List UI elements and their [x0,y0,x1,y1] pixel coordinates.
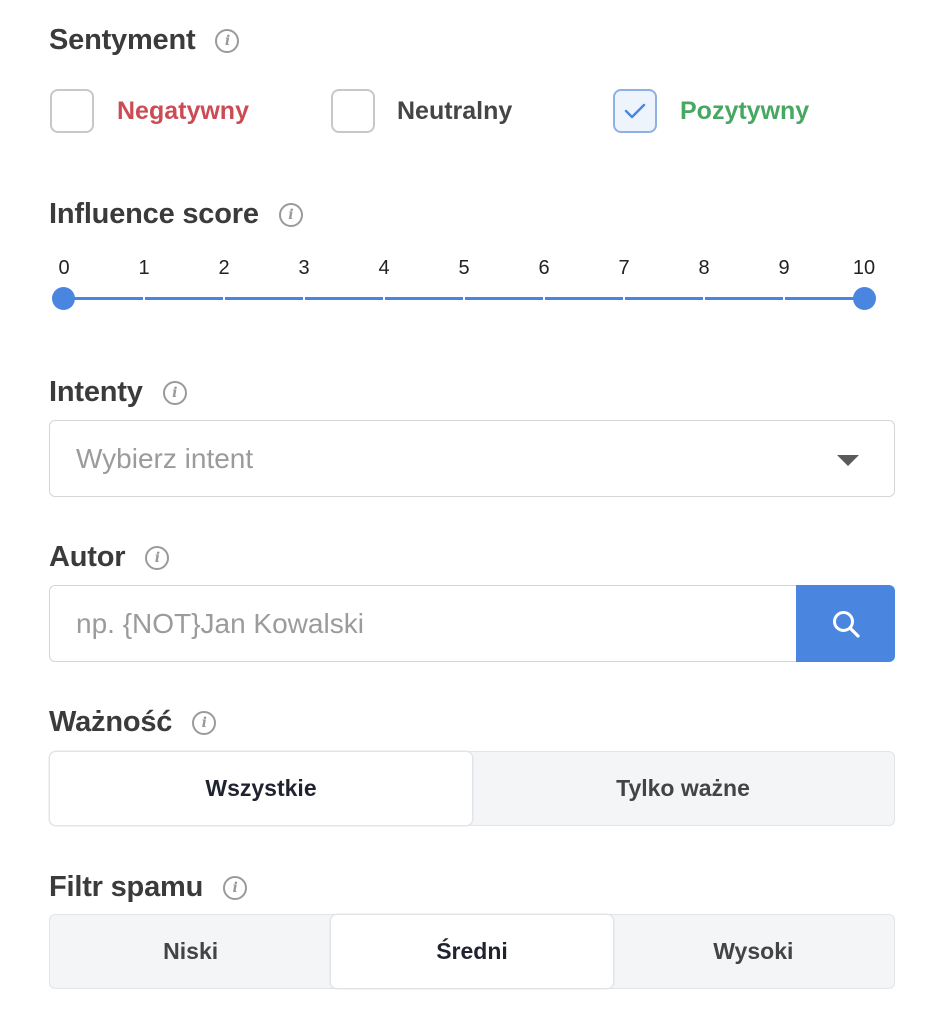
spam-option-low[interactable]: Niski [50,915,331,988]
sentiment-label-positive: Pozytywny [680,96,810,125]
slider-tick-mark [623,297,625,300]
slider-tick-label: 4 [378,257,390,279]
slider-tick-label: 8 [698,257,710,279]
search-icon [832,610,860,638]
slider-tick-label: 3 [298,257,310,279]
spam-filter-toggle: Niski Średni Wysoki [49,914,895,989]
slider-tick-mark [463,297,465,300]
sentiment-label-neutral: Neutralny [397,96,513,125]
slider-tick-mark [543,297,545,300]
info-icon[interactable]: i [145,545,170,570]
slider-tick-mark [223,297,225,300]
author-input[interactable] [49,585,799,662]
slider-tick-mark [143,297,145,300]
checkbox-negative[interactable] [50,89,94,133]
intents-title: Intenty i [49,376,187,409]
sentiment-option-neutral[interactable]: Neutralny [331,89,512,133]
sentiment-label-negative: Negatywny [117,96,249,125]
intent-select-placeholder: Wybierz intent [76,442,254,474]
slider-tick-label: 10 [852,257,876,279]
sentiment-title-text: Sentyment [49,24,196,56]
sentiment-title: Sentyment i [49,24,240,57]
checkbox-positive[interactable] [613,89,657,133]
sentiment-option-negative[interactable]: Negatywny [50,89,249,133]
influence-title: Influence score i [49,198,303,231]
sentiment-option-positive[interactable]: Pozytywny [613,89,809,133]
author-search [49,585,895,662]
intents-title-text: Intenty [49,376,143,408]
importance-title: Ważność i [49,706,217,739]
spam-option-high[interactable]: Wysoki [613,915,894,988]
slider-tick-label: 7 [618,257,630,279]
author-title-text: Autor [49,541,126,573]
spam-option-medium[interactable]: Średni [331,915,613,988]
info-icon[interactable]: i [223,875,248,900]
slider-tick-mark [383,297,385,300]
slider-tick-label: 0 [58,257,70,279]
importance-option-important[interactable]: Tylko ważne [472,752,894,825]
slider-tick-mark [303,297,305,300]
spam-title: Filtr spamu i [49,871,248,904]
author-title: Autor i [49,541,170,574]
checkmark-icon [624,103,646,119]
influence-title-text: Influence score [49,198,259,230]
slider-thumb-max[interactable] [853,287,876,310]
caret-down-icon [837,455,859,466]
slider-tick-label: 6 [538,257,550,279]
search-button[interactable] [796,585,895,662]
info-icon[interactable]: i [162,380,187,405]
slider-tick-mark [783,297,785,300]
slider-tick-label: 2 [218,257,230,279]
checkbox-neutral[interactable] [331,89,375,133]
importance-toggle: Wszystkie Tylko ważne [49,751,895,826]
importance-option-all[interactable]: Wszystkie [50,752,472,825]
info-icon[interactable]: i [215,28,240,53]
importance-title-text: Ważność [49,706,173,738]
slider-tick-label: 1 [138,257,150,279]
info-icon[interactable]: i [192,710,217,735]
info-icon[interactable]: i [278,202,303,227]
slider-tick-mark [703,297,705,300]
intent-select[interactable]: Wybierz intent [49,420,895,497]
spam-title-text: Filtr spamu [49,871,204,903]
slider-thumb-min[interactable] [52,287,75,310]
slider-tick-label: 9 [778,257,790,279]
slider-tick-label: 5 [458,257,470,279]
